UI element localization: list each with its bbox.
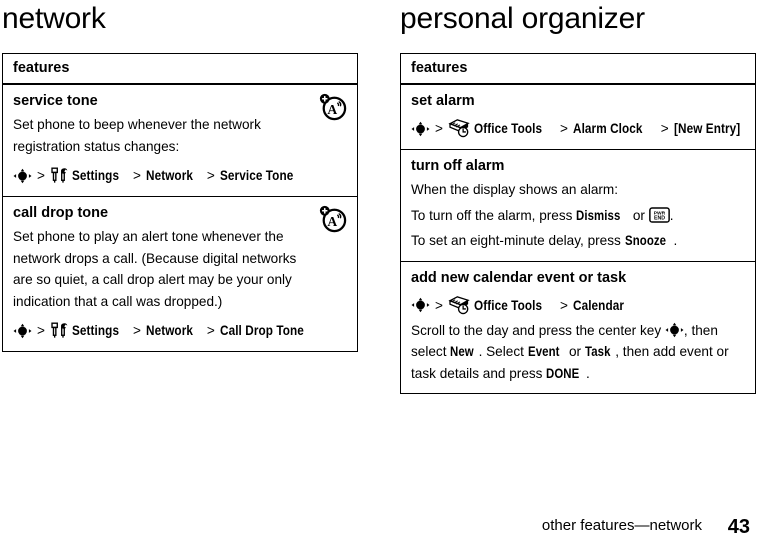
instruction-text: To turn off the alarm, press (411, 207, 577, 223)
path-separator: > (37, 168, 45, 183)
instruction-text: . (673, 233, 678, 248)
nav-key-icon (13, 168, 32, 184)
instruction-text: . Select (478, 344, 528, 359)
path-separator: > (560, 297, 568, 313)
svg-text:A: A (327, 214, 337, 229)
path-separator: > (37, 323, 45, 338)
instruction-text: . (585, 365, 590, 381)
option-label-event: Event (527, 344, 560, 359)
instruction-text: To set an eight-minute delay, press (411, 233, 625, 248)
path-separator: > (206, 168, 215, 183)
menu-item-label: Office Tools (473, 120, 543, 136)
page-number: 43 (727, 516, 750, 538)
instruction-text: Scroll to the day and press the center k… (411, 322, 665, 338)
menu-item-label: Network (145, 167, 193, 183)
nav-key-icon (411, 121, 430, 137)
feature-name: call drop tone (13, 205, 109, 221)
menu-item-label: Office Tools (473, 296, 543, 313)
manual-page: network features A service tone Set phon… (0, 0, 760, 547)
menu-path: > Settings > Network > (13, 320, 347, 341)
option-label-task: Task (584, 344, 611, 359)
feature-name: add new calendar event or task (411, 269, 627, 286)
menu-item-label: [New Entry] (673, 120, 740, 136)
menu-item-label: Service Tone (219, 167, 294, 183)
menu-item-label: Settings (71, 167, 120, 183)
feature-description: Set phone to play an alert tone whenever… (13, 229, 297, 309)
tools-icon (50, 167, 69, 184)
nav-key-icon (13, 323, 32, 339)
svg-text:END: END (654, 215, 665, 221)
table-row: turn off alarm When the display shows an… (401, 150, 755, 262)
tools-icon (50, 322, 69, 339)
features-table-network: features A service tone Set phone to bee… (2, 53, 358, 352)
alert-tone-icon: A (318, 204, 348, 234)
softkey-label-snooze: Snooze (624, 233, 666, 248)
feature-instruction: Scroll to the day and press the center k… (411, 320, 745, 385)
softkey-label-dismiss: Dismiss (576, 207, 621, 223)
nav-key-icon (665, 322, 684, 338)
table-row: set alarm > Office Tools > Alarm Clock >… (401, 85, 755, 150)
page-title-network: network (2, 2, 106, 35)
table-row: A call drop tone Set phone to play an al… (3, 197, 357, 351)
path-separator: > (660, 121, 669, 136)
office-tools-icon (448, 295, 471, 315)
menu-path: > Office Tools > Calendar (411, 295, 745, 316)
path-separator: > (435, 121, 443, 136)
feature-instruction: To turn off the alarm, press Dismiss or … (411, 205, 745, 227)
page-title-personal-organizer: personal organizer (400, 2, 645, 35)
page-footer: other features—network 43 (0, 501, 760, 547)
office-tools-icon (448, 119, 471, 138)
menu-item-label: Alarm Clock (572, 120, 643, 136)
menu-path: > Office Tools > Alarm Clock > [New Entr… (411, 118, 745, 139)
feature-name: service tone (13, 93, 98, 109)
feature-instruction: To set an eight-minute delay, press Snoo… (411, 230, 745, 252)
feature-description: When the display shows an alarm: (411, 182, 619, 197)
menu-item-label: Call Drop Tone (219, 322, 304, 338)
alert-tone-icon: A (318, 92, 348, 122)
softkey-label-done: DONE (546, 365, 580, 381)
pwr-end-key-icon: PWR END (648, 206, 670, 223)
feature-description: Set phone to beep whenever the network r… (13, 117, 261, 154)
path-separator: > (560, 121, 568, 136)
instruction-text: or (629, 207, 649, 223)
softkey-label-new: New (450, 344, 475, 359)
path-separator: > (435, 297, 443, 313)
menu-item-label: Calendar (572, 296, 624, 313)
feature-name: set alarm (411, 93, 475, 109)
svg-text:A: A (327, 102, 337, 117)
column-personal-organizer: personal organizer features set alarm > … (400, 0, 758, 394)
instruction-text: or (565, 344, 585, 359)
path-separator: > (206, 323, 215, 338)
table-row: add new calendar event or task > Office … (401, 262, 755, 394)
footer-chapter-label: other features—network (541, 517, 702, 534)
table-row: A service tone Set phone to beep wheneve… (3, 85, 357, 197)
path-separator: > (132, 168, 141, 183)
feature-name: turn off alarm (411, 158, 505, 174)
features-table-personal-organizer: features set alarm > Office Tools > Alar… (400, 53, 756, 394)
table-header-features: features (401, 54, 755, 85)
menu-path: > Settings > Network > (13, 165, 347, 186)
instruction-text: . (669, 207, 674, 223)
column-network: network features A service tone Set phon… (2, 0, 360, 352)
table-header-features: features (3, 54, 357, 85)
nav-key-icon (411, 297, 430, 313)
path-separator: > (132, 323, 141, 338)
menu-item-label: Settings (71, 322, 120, 338)
menu-item-label: Network (145, 322, 193, 338)
